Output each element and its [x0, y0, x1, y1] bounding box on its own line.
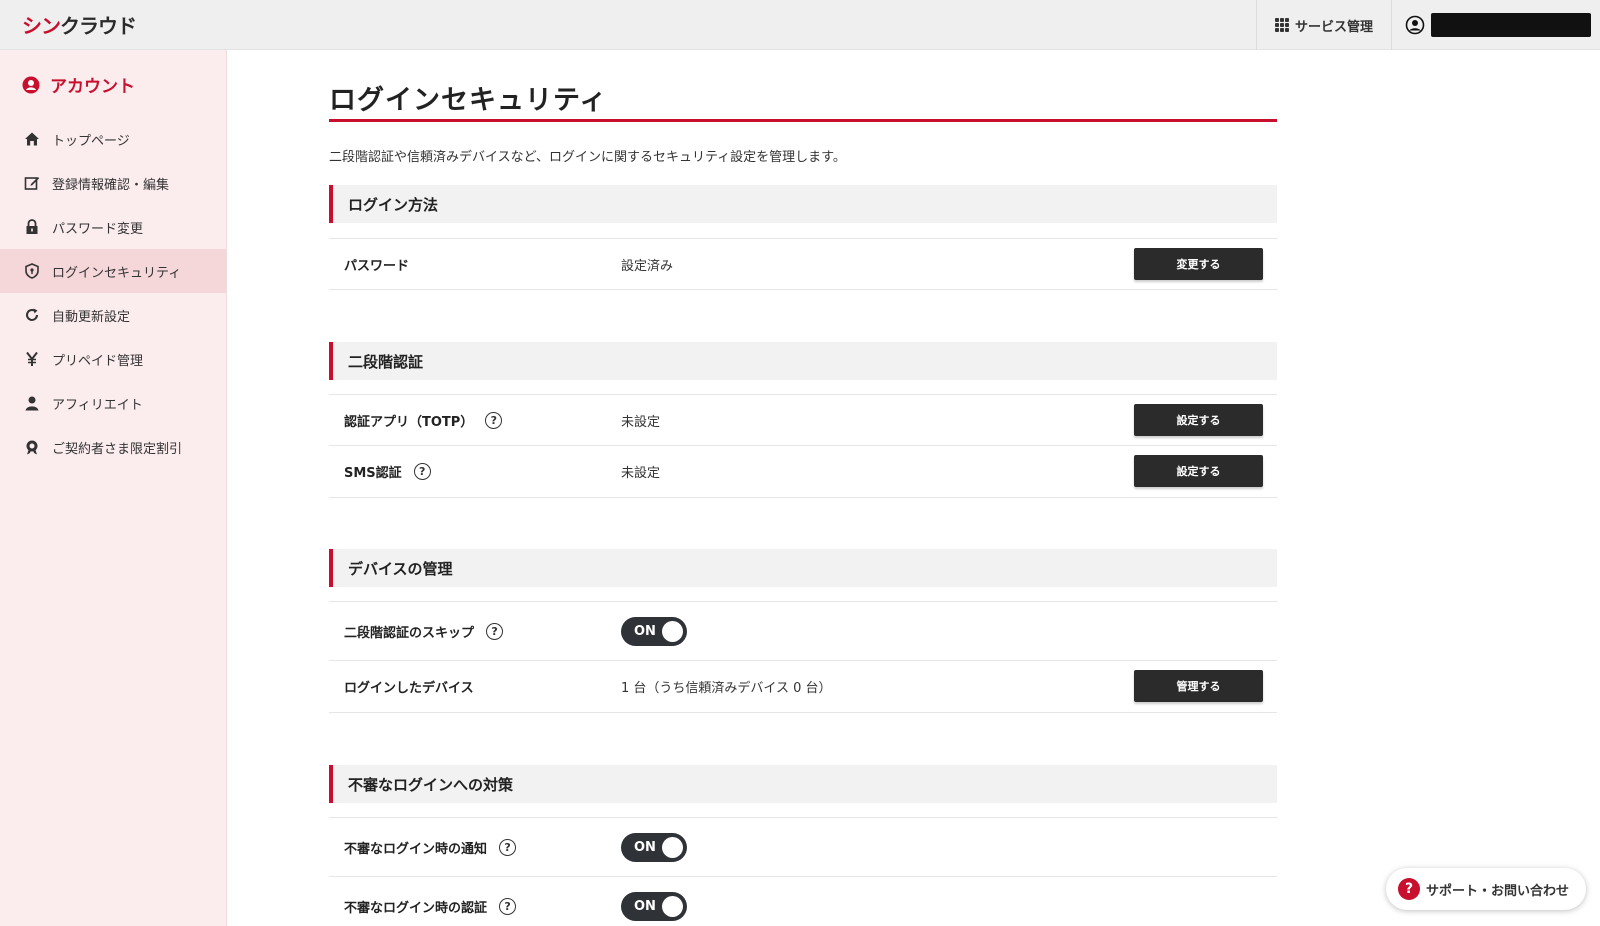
row-password: パスワード 設定済み 変更する [329, 238, 1277, 290]
top-header: シン クラウド サービス管理 [0, 0, 1600, 50]
badge-icon [26, 440, 38, 455]
section-heading-login-method: ログイン方法 [329, 185, 1277, 223]
notify-help-icon[interactable]: ? [499, 838, 517, 856]
support-label: サポート・お問い合わせ [1426, 883, 1570, 899]
skip-help-icon[interactable]: ? [486, 622, 504, 640]
toggle-state-label: ON [634, 899, 656, 914]
service-management-label: サービス管理 [1294, 19, 1373, 35]
notify-toggle-wrap: ON [621, 818, 687, 876]
totp-status: 未設定 [621, 414, 661, 430]
sms-help-icon[interactable]: ? [413, 463, 431, 480]
sidebar-item-login-security[interactable]: ログインセキュリティ [0, 249, 226, 293]
row-sms: SMS認証 ? 未設定 設定する [329, 446, 1277, 498]
brand-logo[interactable]: シン クラウド [22, 10, 137, 38]
sidebar-item-member-discount[interactable]: ご契約者さま限定割引 [0, 425, 226, 469]
sidebar-item-top-page[interactable]: トップページ [0, 117, 226, 161]
edit-icon [24, 177, 40, 190]
sidebar-item-prepaid[interactable]: プリペイド管理 [0, 337, 226, 381]
toggle-knob [662, 896, 683, 917]
shield-icon [25, 263, 39, 279]
home-icon [25, 132, 39, 146]
logo-text-red: シン [22, 13, 61, 38]
totp-help-icon[interactable]: ? [485, 411, 503, 429]
page-title: ログインセキュリティ [329, 78, 1277, 122]
sidebar-item-label: トップページ [52, 133, 130, 149]
sidebar-item-label: プリペイド管理 [52, 353, 144, 369]
auth-help-icon[interactable]: ? [499, 898, 517, 915]
totp-label-group: 認証アプリ（TOTP） ? [344, 395, 503, 445]
support-contact-button[interactable]: ? サポート・お問い合わせ [1386, 868, 1586, 910]
password-status: 設定済み [621, 258, 674, 274]
toggle-knob [662, 836, 683, 858]
sidebar-item-affiliate[interactable]: アフィリエイト [0, 381, 226, 425]
manage-devices-button[interactable]: 管理する [1134, 670, 1263, 702]
user-name-redacted [1431, 13, 1591, 37]
account-icon [22, 76, 40, 93]
suspicious-notify-toggle[interactable]: ON [621, 832, 687, 862]
sidebar-item-label: パスワード変更 [52, 221, 144, 237]
logged-devices-count: 1 台（うち信頼済みデバイス 0 台） [621, 681, 832, 696]
sidebar-nav: トップページ 登録情報確認・編集 パスワード変更 ログインセキュリティ 自動更新… [0, 117, 226, 469]
skip-label-group: 二段階認証のスキップ ? [344, 602, 504, 660]
sms-label: SMS認証 [344, 466, 402, 481]
help-question-icon: ? [1398, 878, 1420, 900]
logo-text-dark: クラウド [60, 13, 137, 38]
toggle-state-label: ON [634, 839, 656, 855]
row-totp: 認証アプリ（TOTP） ? 未設定 設定する [329, 394, 1277, 446]
notify-label: 不審なログイン時の通知 [344, 841, 488, 857]
yen-icon [26, 351, 38, 366]
toggle-state-label: ON [634, 623, 656, 639]
sidebar-title-label: アカウント [50, 77, 135, 97]
row-2fa-skip: 二段階認証のスキップ ? ON [329, 601, 1277, 661]
auth-label: 不審なログイン時の認証 [344, 901, 488, 916]
auth-toggle-wrap: ON [621, 877, 687, 926]
setup-totp-button[interactable]: 設定する [1134, 404, 1263, 436]
section-heading-devices: デバイスの管理 [329, 549, 1277, 587]
person-icon [25, 396, 39, 411]
sidebar-item-label: ご契約者さま限定割引 [52, 441, 183, 457]
section-heading-two-factor: 二段階認証 [329, 342, 1277, 380]
sidebar-item-label: 自動更新設定 [52, 309, 131, 325]
apps-grid-icon [1274, 18, 1289, 32]
user-menu[interactable] [1405, 9, 1591, 41]
sidebar-item-label: 登録情報確認・編集 [52, 177, 170, 193]
section-heading-suspicious-login: 不審なログインへの対策 [329, 765, 1277, 803]
skip-label: 二段階認証のスキップ [344, 625, 475, 641]
row-logged-devices: ログインしたデバイス 1 台（うち信頼済みデバイス 0 台） 管理する [329, 661, 1277, 713]
logged-devices-label: ログインしたデバイス [344, 681, 474, 696]
row-suspicious-notify: 不審なログイン時の通知 ? ON [329, 817, 1277, 877]
change-password-button[interactable]: 変更する [1134, 248, 1263, 280]
sidebar-item-auto-renewal[interactable]: 自動更新設定 [0, 293, 226, 337]
user-avatar-icon [1405, 15, 1425, 35]
suspicious-auth-toggle[interactable]: ON [621, 892, 687, 921]
password-label: パスワード [344, 258, 410, 274]
lock-icon [26, 219, 38, 234]
refresh-icon [26, 308, 38, 321]
sidebar-item-label: アフィリエイト [52, 397, 143, 413]
sidebar-item-registration-info[interactable]: 登録情報確認・編集 [0, 161, 226, 205]
sms-status: 未設定 [621, 466, 661, 481]
2fa-skip-toggle[interactable]: ON [621, 616, 687, 646]
sms-label-group: SMS認証 ? [344, 446, 431, 497]
setup-sms-button[interactable]: 設定する [1134, 455, 1263, 487]
sidebar-item-password-change[interactable]: パスワード変更 [0, 205, 226, 249]
page-description: 二段階認証や信頼済みデバイスなど、ログインに関するセキュリティ設定を管理します。 [329, 150, 846, 165]
sidebar-item-label: ログインセキュリティ [52, 265, 182, 281]
auth-label-group: 不審なログイン時の認証 ? [344, 877, 517, 926]
sidebar-title: アカウント [22, 72, 135, 97]
service-management-button[interactable]: サービス管理 [1256, 0, 1392, 50]
sidebar: アカウント トップページ 登録情報確認・編集 パスワード変更 ログインセキュリテ… [0, 50, 227, 926]
totp-label: 認証アプリ（TOTP） [344, 414, 474, 430]
skip-toggle-wrap: ON [621, 602, 687, 660]
toggle-knob [662, 620, 683, 642]
notify-label-group: 不審なログイン時の通知 ? [344, 818, 517, 876]
row-suspicious-auth: 不審なログイン時の認証 ? ON [329, 877, 1277, 926]
